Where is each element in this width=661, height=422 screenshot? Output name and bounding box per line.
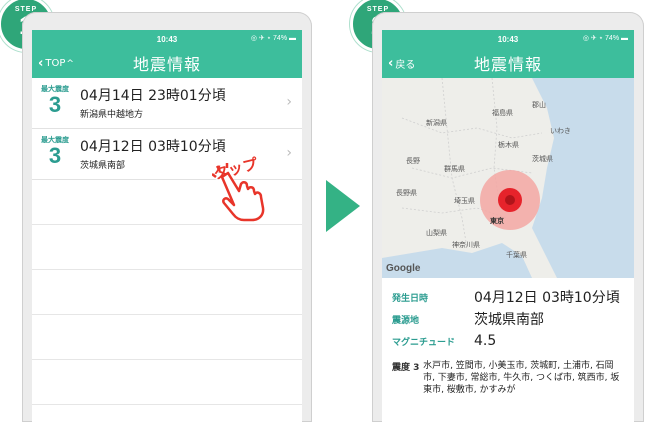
status-icons: ◎ ✈ ⋆ 74% ▬	[250, 35, 296, 42]
map-label: 茨城県	[532, 155, 553, 163]
intensity-area-list: 水戸市, 笠間市, 小美玉市, 茨城町, 土浦市, 石岡市, 下妻市, 常総市,…	[423, 361, 620, 395]
empty-row	[32, 360, 302, 405]
map-label: 埼玉県	[454, 197, 475, 205]
detail-row-time: 発生日時 04月12日 03時10分頃	[392, 286, 624, 308]
status-bar: 10:43 ◎ ✈ ⋆ 74% ▬	[32, 30, 302, 48]
intensity-badge: 最大震度 3	[38, 135, 72, 167]
list-item-datetime: 04月14日 23時01分頃	[80, 88, 226, 104]
list-item-location: 新潟県中越地方	[80, 110, 144, 120]
map-label: 神奈川県	[452, 241, 480, 249]
empty-row	[32, 225, 302, 270]
empty-row	[32, 270, 302, 315]
back-button[interactable]: ‹ 戻る	[388, 56, 415, 71]
phone-frame-2: 10:43 ◎ ✈ ⋆ 74% ▬ ‹ 戻る 地震情報 新潟県 福島県 郡山 い…	[372, 12, 644, 422]
map-label: 郡山	[532, 101, 546, 109]
nav-bar: ‹ TOP ^ 地震情報	[32, 48, 302, 78]
nav-bar: ‹ 戻る 地震情報	[382, 48, 634, 78]
detail-label: 震源地	[392, 315, 420, 326]
intensity-area-row: 震度 3 水戸市, 笠間市, 小美玉市, 茨城町, 土浦市, 石岡市, 下妻市,…	[392, 360, 624, 396]
chevron-right-icon: ›	[286, 145, 292, 161]
list-item-datetime: 04月12日 03時10分頃	[80, 139, 226, 155]
intensity-label: 震度 3	[392, 363, 420, 373]
map-label: 新潟県	[426, 119, 447, 127]
map-label: 東京	[490, 217, 504, 225]
map-label: 群馬県	[444, 165, 465, 173]
earthquake-details: 発生日時 04月12日 03時10分頃 震源地 茨城県南部 マグニチュード 4.…	[382, 278, 634, 396]
earthquake-detail-screen: 10:43 ◎ ✈ ⋆ 74% ▬ ‹ 戻る 地震情報 新潟県 福島県 郡山 い…	[382, 30, 634, 422]
chevron-left-icon: ‹	[38, 56, 44, 71]
detail-label: マグニチュード	[392, 337, 456, 348]
status-time: 10:43	[156, 34, 178, 44]
list-item-location: 茨城県南部	[80, 161, 126, 171]
detail-row-epicenter: 震源地 茨城県南部	[392, 308, 624, 330]
earthquake-list: 最大震度 3 04月14日 23時01分頃 新潟県中越地方 › 最大震度 3 0…	[32, 78, 302, 405]
status-time: 10:43	[497, 34, 519, 44]
back-button[interactable]: ‹ TOP ^	[38, 56, 74, 71]
chevron-right-icon: ›	[286, 94, 292, 110]
status-bar: 10:43 ◎ ✈ ⋆ 74% ▬	[382, 30, 634, 48]
map-label: 福島県	[492, 109, 513, 117]
list-item[interactable]: 最大震度 3 04月14日 23時01分頃 新潟県中越地方 ›	[32, 78, 302, 129]
detail-row-magnitude: マグニチュード 4.5	[392, 330, 624, 352]
earthquake-list-screen: 10:43 ◎ ✈ ⋆ 74% ▬ ‹ TOP ^ 地震情報 最大震度 3 04…	[32, 30, 302, 422]
detail-value: 茨城県南部	[474, 312, 544, 328]
detail-value: 04月12日 03時10分頃	[474, 290, 620, 306]
intensity-value: 3	[48, 92, 62, 117]
chevron-left-icon: ‹	[388, 56, 394, 71]
chevron-up-icon: ^	[66, 58, 74, 69]
map-label: 栃木県	[498, 141, 519, 149]
map-label: いわき	[550, 127, 571, 135]
page-title: 地震情報	[473, 55, 542, 74]
detail-value: 4.5	[474, 333, 497, 349]
page-title: 地震情報	[132, 55, 201, 74]
hand-pointer-icon	[212, 163, 265, 222]
back-label: TOP	[45, 58, 66, 69]
intensity-value: 3	[48, 143, 62, 168]
epicenter-map[interactable]: 新潟県 福島県 郡山 いわき 栃木県 茨城県 長野 群馬県 長野県 埼玉県 東京…	[382, 78, 634, 278]
back-label: 戻る	[395, 60, 416, 71]
map-attribution: Google	[386, 263, 421, 274]
empty-row	[32, 315, 302, 360]
intensity-badge: 最大震度 3	[38, 84, 72, 116]
map-label: 長野	[406, 157, 420, 165]
detail-label: 発生日時	[392, 293, 429, 304]
map-label: 山梨県	[426, 229, 447, 237]
map-label: 千葉県	[506, 251, 527, 259]
map-label: 長野県	[396, 189, 417, 197]
status-icons: ◎ ✈ ⋆ 74% ▬	[582, 35, 628, 42]
next-step-arrow-icon	[326, 180, 360, 232]
